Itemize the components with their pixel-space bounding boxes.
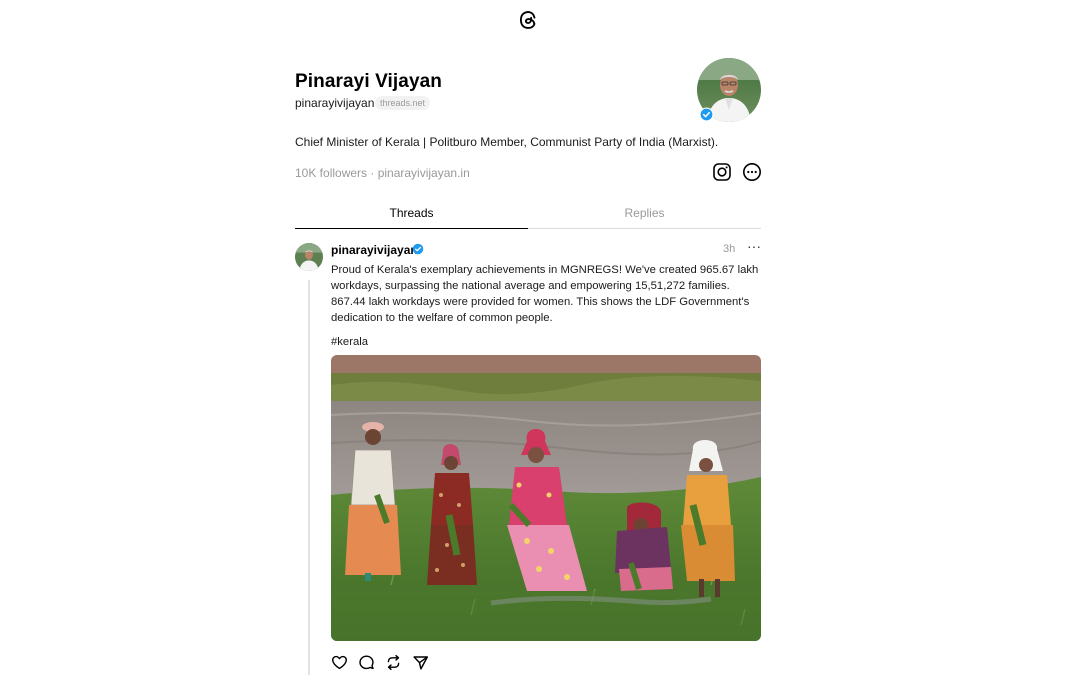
domain-badge[interactable]: threads.net [375,96,431,110]
followers-and-link[interactable]: 10K followers · pinarayivijayan.in [295,166,470,180]
more-circle-icon[interactable] [742,162,762,182]
post-timestamp: 3h [723,243,736,255]
threads-logo-icon[interactable] [518,9,538,31]
tab-replies[interactable]: Replies [528,206,761,220]
verified-badge-icon [699,107,714,122]
repost-icon[interactable] [385,654,402,671]
post-author-avatar[interactable] [295,243,323,271]
post-image[interactable] [331,355,761,641]
verified-badge-icon [412,243,424,255]
profile-bio: Chief Minister of Kerala | Politburo Mem… [295,135,719,149]
post-body-text: Proud of Kerala's exemplary achievements… [331,264,759,324]
post-author-name[interactable]: pinarayivijayan [331,243,418,257]
active-tab-indicator [295,228,528,229]
tab-divider [528,228,761,229]
like-icon[interactable] [331,654,348,671]
post-more-icon[interactable]: ··· [747,238,761,254]
share-icon[interactable] [412,654,429,671]
tab-threads[interactable]: Threads [295,206,528,220]
reply-icon[interactable] [358,654,375,671]
post-hashtag[interactable]: #kerala [331,336,368,348]
profile-handle: pinarayivijayan [295,96,375,110]
profile-name: Pinarayi Vijayan [295,71,443,92]
thread-connector-line [308,280,310,675]
instagram-icon[interactable] [712,162,732,182]
